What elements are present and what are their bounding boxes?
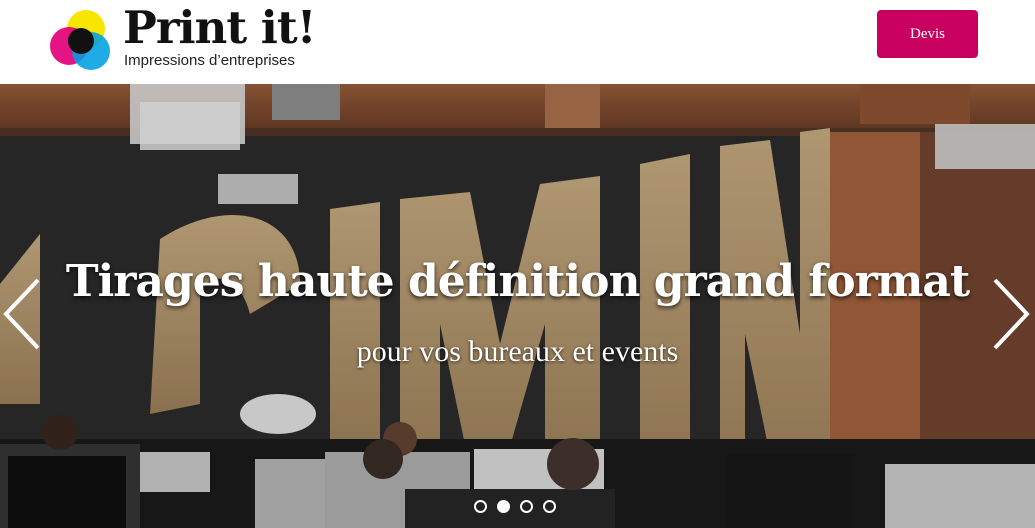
hero-carousel: Tirages haute définition grand format po…	[0, 84, 1035, 528]
brand-tagline: Impressions d’entreprises	[124, 52, 295, 69]
carousel-dot[interactable]	[520, 500, 533, 513]
site-header: Print it! Impressions d’entreprises Devi…	[0, 0, 1035, 84]
hero-title: Tirages haute définition grand format	[65, 256, 970, 307]
hero-subtitle: pour vos bureaux et events	[356, 335, 679, 368]
devis-button[interactable]: Devis	[877, 10, 978, 58]
carousel-prev-button[interactable]	[0, 276, 44, 352]
chevron-right-icon	[993, 278, 1030, 350]
carousel-dot[interactable]	[497, 500, 510, 513]
brand-title: Print it!	[123, 1, 316, 54]
logo[interactable]: Print it! Impressions d’entreprises	[50, 2, 320, 72]
chevron-left-icon	[3, 278, 40, 350]
carousel-next-button[interactable]	[989, 276, 1033, 352]
carousel-dot[interactable]	[543, 500, 556, 513]
cmyk-logo-icon	[50, 10, 110, 70]
carousel-dot[interactable]	[474, 500, 487, 513]
